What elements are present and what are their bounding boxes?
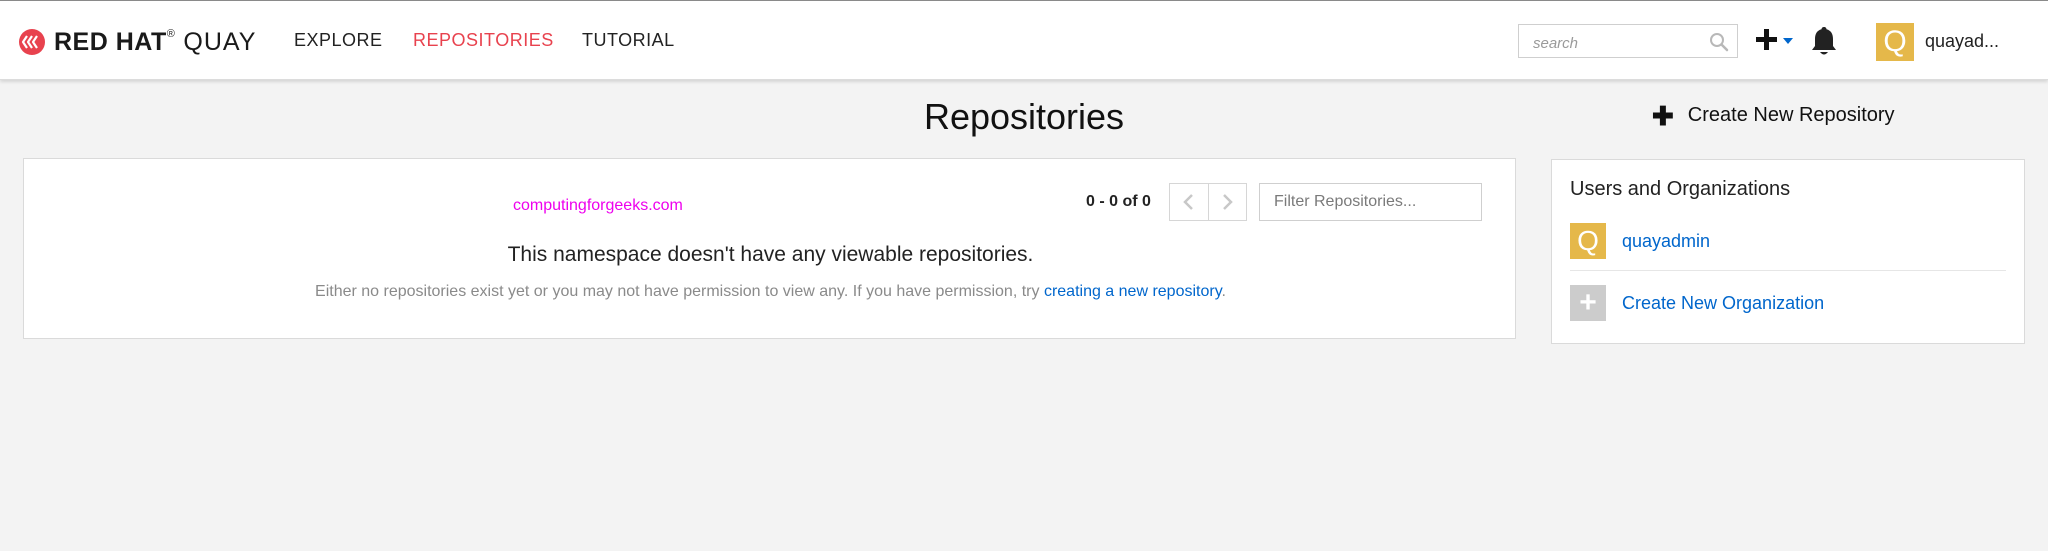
pager-buttons xyxy=(1169,183,1247,221)
avatar: Q xyxy=(1570,223,1606,259)
create-repository-label: Create New Repository xyxy=(1687,104,1895,126)
brand-primary: RED HAT xyxy=(54,27,167,56)
filter-repositories-input[interactable] xyxy=(1259,183,1482,221)
search-input[interactable] xyxy=(1531,32,1705,54)
brand[interactable]: RED HAT® QUAY xyxy=(18,27,256,57)
repository-list-panel: computingforgeeks.com 0 - 0 of 0 This na… xyxy=(23,158,1516,339)
top-navbar: RED HAT® QUAY EXPLORE REPOSITORIES TUTORI… xyxy=(0,0,2048,80)
plus-icon: + xyxy=(1570,285,1606,321)
namespace-label: computingforgeeks.com xyxy=(513,197,683,214)
plus-icon xyxy=(1756,29,1793,50)
create-menu-button[interactable] xyxy=(1756,26,1798,56)
user-avatar[interactable]: Q xyxy=(1876,23,1914,61)
plus-icon: ✚ xyxy=(1652,100,1674,131)
brand-mark: ® xyxy=(166,27,176,40)
empty-state-title: This namespace doesn't have any viewable… xyxy=(507,243,1034,266)
caret-down-icon xyxy=(1783,38,1793,44)
search-box xyxy=(1518,24,1738,58)
create-new-repository-link[interactable]: creating a new repository xyxy=(1044,283,1222,300)
empty-state-description: Either no repositories exist yet or you … xyxy=(24,283,1517,301)
sidebar-item-quayadmin[interactable]: Q quayadmin xyxy=(1570,223,1710,259)
bell-icon xyxy=(1812,27,1836,55)
side-panel-title: Users and Organizations xyxy=(1570,178,1791,200)
pager-count: 0 - 0 of 0 xyxy=(1086,193,1151,210)
brand-secondary: QUAY xyxy=(183,27,257,56)
next-page-button[interactable] xyxy=(1207,184,1247,220)
nav-explore[interactable]: EXPLORE xyxy=(294,30,383,51)
sidebar-item-label: Create New Organization xyxy=(1622,292,1825,313)
nav-repositories[interactable]: REPOSITORIES xyxy=(413,30,554,51)
create-repository-button[interactable]: ✚ Create New Repository xyxy=(1652,100,1895,131)
divider xyxy=(1570,270,2006,271)
notifications-button[interactable] xyxy=(1810,25,1838,57)
search-icon[interactable] xyxy=(1709,32,1729,52)
chevron-right-icon xyxy=(1223,194,1234,210)
user-menu[interactable]: quayad... xyxy=(1925,31,1999,52)
users-organizations-panel: Users and Organizations Q quayadmin + Cr… xyxy=(1551,159,2025,344)
sidebar-item-create-organization[interactable]: + Create New Organization xyxy=(1570,285,1824,321)
empty-desc-suffix: . xyxy=(1221,283,1226,300)
empty-desc-prefix: Either no repositories exist yet or you … xyxy=(315,283,1044,300)
nav-tutorial[interactable]: TUTORIAL xyxy=(582,30,675,51)
previous-page-button[interactable] xyxy=(1170,184,1208,220)
brand-name: RED HAT® QUAY xyxy=(54,28,256,57)
redhat-logo-icon xyxy=(19,29,45,55)
chevron-left-icon xyxy=(1182,194,1193,210)
sidebar-item-label: quayadmin xyxy=(1622,230,1711,251)
